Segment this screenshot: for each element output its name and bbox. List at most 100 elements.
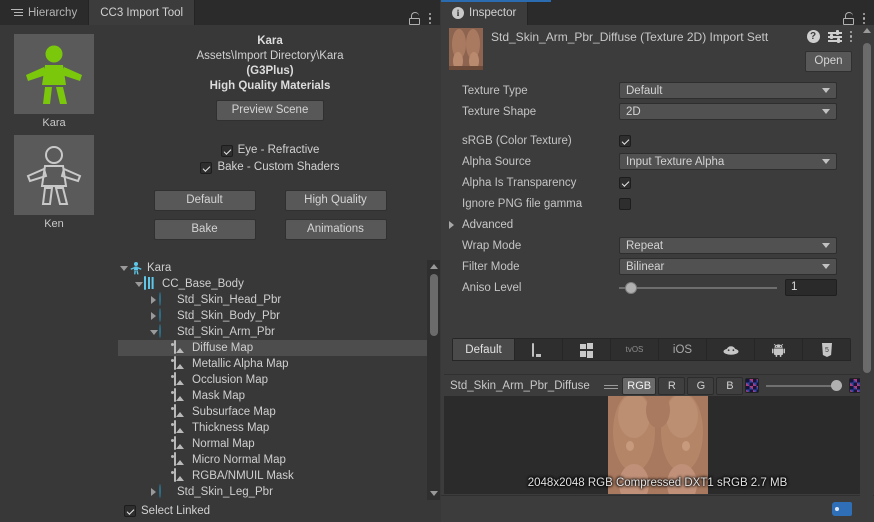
select-linked-option[interactable]: Select Linked — [124, 505, 210, 517]
platform-tab-ios[interactable]: iOS — [659, 339, 707, 360]
tag-icon[interactable] — [832, 502, 852, 516]
mip-slider-knob[interactable] — [831, 379, 843, 391]
tree-row[interactable]: Std_Skin_Leg_Pbr — [118, 484, 440, 500]
tree-row[interactable]: Normal Map — [118, 436, 440, 452]
option-bake-custom-shaders[interactable]: Bake - Custom Shaders — [110, 159, 430, 176]
lock-icon[interactable] — [842, 12, 854, 25]
option-label: Eye - Refractive — [237, 144, 320, 156]
field-texture-shape: Texture Shape 2D — [441, 101, 859, 122]
slider-knob[interactable] — [625, 281, 638, 294]
platform-tab-windows[interactable] — [563, 339, 611, 360]
tree-twisty-expanded[interactable] — [148, 324, 159, 340]
kebab-menu-icon[interactable] — [849, 30, 852, 43]
tree-row[interactable]: RGBA/NMUIL Mask — [118, 468, 440, 484]
tree-scrollbar[interactable] — [427, 260, 440, 500]
wrap-mode-dropdown[interactable]: Repeat — [619, 237, 837, 254]
import-settings-fields: Texture Type Default Texture Shape 2D sR… — [441, 80, 859, 298]
tree-twisty-expanded[interactable] — [118, 260, 129, 276]
texture-preview-area[interactable]: 2048x2048 RGB Compressed DXT1 sRGB 2.7 M… — [444, 396, 871, 494]
character-list: Kara Ken — [14, 34, 94, 236]
tree-row[interactable]: Occlusion Map — [118, 372, 440, 388]
inspector-scrollbar-thumb[interactable] — [862, 43, 871, 373]
option-eye-refractive[interactable]: Eye - Refractive — [110, 142, 430, 159]
tree-row[interactable]: Micro Normal Map — [118, 452, 440, 468]
alpha-is-transparency-checkbox[interactable] — [619, 176, 631, 189]
tree-row[interactable]: Std_Skin_Arm_Pbr — [118, 324, 440, 340]
eye-refractive-checkbox[interactable] — [220, 144, 233, 157]
hierarchy-icon — [11, 8, 23, 17]
scroll-up-arrow-icon[interactable] — [430, 264, 438, 269]
character-path: Assets\Import Directory\Kara — [196, 50, 344, 62]
tree-row[interactable]: Std_Skin_Body_Pbr — [118, 308, 440, 324]
channel-b-button[interactable]: B — [716, 376, 744, 395]
field-label: Aniso Level — [462, 281, 522, 294]
open-button[interactable]: Open — [805, 51, 852, 72]
channel-r-button[interactable]: R — [658, 376, 686, 395]
ignore-png-gamma-checkbox[interactable] — [619, 197, 631, 210]
animations-button[interactable]: Animations — [284, 219, 387, 240]
platform-tab-tvos[interactable]: tvOS — [611, 339, 659, 360]
tree-row[interactable]: Kara — [118, 260, 440, 276]
preview-scene-button[interactable]: Preview Scene — [216, 100, 324, 121]
channel-rgb-button[interactable]: RGB — [622, 376, 657, 395]
webgl-icon — [723, 345, 738, 355]
tab-hierarchy[interactable]: Hierarchy — [0, 0, 90, 25]
kebab-menu-icon[interactable] — [862, 12, 865, 25]
tab-cc3-import-tool[interactable]: CC3 Import Tool — [89, 0, 196, 25]
texture-shape-dropdown[interactable]: 2D — [619, 103, 837, 120]
tree-twisty-collapsed[interactable] — [148, 308, 159, 324]
preset-icon[interactable] — [827, 30, 842, 43]
tree-twisty-expanded[interactable] — [133, 276, 144, 292]
platform-tab-android[interactable] — [755, 339, 803, 360]
character-item-kara[interactable]: Kara — [14, 34, 94, 129]
platform-tab-webgl[interactable] — [707, 339, 755, 360]
srgb-checkbox[interactable] — [619, 134, 631, 147]
dropdown-value: 2D — [626, 105, 641, 118]
mip-level-slider[interactable] — [765, 379, 843, 391]
channel-g-button[interactable]: G — [687, 376, 715, 395]
high-quality-button[interactable]: High Quality — [284, 190, 387, 211]
scroll-down-arrow-icon[interactable] — [430, 491, 438, 496]
aniso-level-slider[interactable]: 1 — [619, 279, 837, 296]
default-button[interactable]: Default — [153, 190, 256, 211]
tab-inspector[interactable]: i Inspector — [441, 0, 529, 25]
select-linked-checkbox[interactable] — [124, 505, 136, 517]
tree-row[interactable]: Thickness Map — [118, 420, 440, 436]
tree-scrollbar-thumb[interactable] — [429, 274, 438, 336]
field-aniso-level: Aniso Level 1 — [441, 277, 859, 298]
alpha-source-dropdown[interactable]: Input Texture Alpha — [619, 153, 837, 170]
tree-row[interactable]: Std_Skin_Head_Pbr — [118, 292, 440, 308]
texture-type-dropdown[interactable]: Default — [619, 82, 837, 99]
tree-row-label: Std_Skin_Body_Pbr — [177, 310, 280, 322]
tree-row[interactable]: Diffuse Map — [118, 340, 440, 356]
tab-hierarchy-label: Hierarchy — [28, 6, 78, 19]
tree-row[interactable]: Metallic Alpha Map — [118, 356, 440, 372]
mesh-icon — [144, 276, 158, 291]
tree-twisty-collapsed[interactable] — [148, 484, 159, 500]
bake-custom-shaders-checkbox[interactable] — [200, 161, 213, 174]
chevron-down-icon — [822, 109, 830, 114]
scroll-up-arrow-icon[interactable] — [863, 28, 871, 33]
help-icon[interactable]: ? — [806, 30, 820, 43]
tree-row[interactable]: CC_Base_Body — [118, 276, 440, 292]
advanced-foldout[interactable]: Advanced — [441, 214, 859, 235]
standalone-monitor-icon — [531, 342, 546, 357]
slider-track[interactable] — [619, 281, 777, 294]
platform-tab-standalone[interactable] — [515, 339, 563, 360]
aniso-level-value[interactable]: 1 — [785, 279, 837, 296]
filter-mode-dropdown[interactable]: Bilinear — [619, 258, 837, 275]
kebab-menu-icon[interactable] — [428, 12, 431, 25]
platform-tab-default[interactable]: Default — [453, 339, 515, 360]
inspector-scrollbar[interactable] — [860, 25, 873, 522]
character-item-ken[interactable]: Ken — [14, 135, 94, 230]
tree-row[interactable]: Subsurface Map — [118, 404, 440, 420]
texture-icon — [174, 388, 188, 403]
bake-button[interactable]: Bake — [153, 219, 256, 240]
lock-icon[interactable] — [408, 12, 420, 25]
platform-tab-html5[interactable]: 5 — [803, 339, 850, 360]
tree-row[interactable]: Mask Map — [118, 388, 440, 404]
tree-twisty-collapsed[interactable] — [148, 292, 159, 308]
avatar-filled-icon — [14, 34, 94, 114]
tree-row-label: Occlusion Map — [192, 374, 269, 386]
